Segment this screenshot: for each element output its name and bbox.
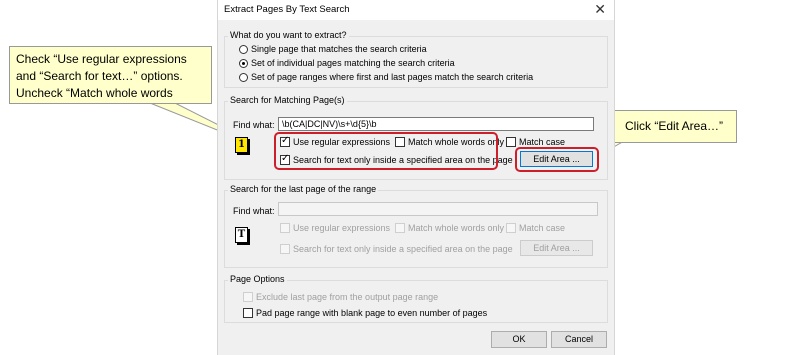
- first-page-icon-page: 1: [235, 137, 248, 153]
- left-callout-line-2: and “Search for text…” options.: [16, 69, 183, 83]
- pad-range-checkbox[interactable]: [243, 308, 253, 318]
- cancel-button[interactable]: Cancel: [551, 331, 607, 348]
- radio-page-ranges[interactable]: [239, 73, 248, 82]
- radio-single-page[interactable]: [239, 45, 248, 54]
- pad-range-label[interactable]: Pad page range with blank page to even n…: [256, 308, 487, 318]
- cancel-button-label: Cancel: [564, 334, 593, 344]
- last-match-whole-words-checkbox[interactable]: [395, 223, 405, 233]
- first-page-icon: 1: [235, 137, 255, 159]
- ok-button[interactable]: OK: [491, 331, 547, 348]
- options-highlight: [274, 132, 498, 170]
- edit-area-highlight: [515, 147, 599, 172]
- exclude-last-checkbox[interactable]: [243, 292, 253, 302]
- last-use-regex-label[interactable]: Use regular expressions: [293, 223, 390, 233]
- title-bar: Extract Pages By Text Search ✕: [218, 0, 614, 20]
- last-edit-area-button-label: Edit Area ...: [533, 243, 580, 253]
- search-matching-legend: Search for Matching Page(s): [228, 95, 347, 105]
- page-options-legend: Page Options: [228, 274, 287, 284]
- match-case-label[interactable]: Match case: [519, 137, 565, 147]
- radio-single-page-label[interactable]: Single page that matches the search crit…: [251, 44, 427, 54]
- radio-individual-pages[interactable]: [239, 59, 248, 68]
- right-callout-text: Click “Edit Area…”: [625, 119, 724, 133]
- last-match-case-checkbox[interactable]: [506, 223, 516, 233]
- last-page-icon: T: [235, 227, 255, 249]
- left-callout: Check “Use regular expressions and “Sear…: [9, 46, 212, 104]
- last-find-what-input[interactable]: [278, 202, 598, 216]
- dialog-title: Extract Pages By Text Search: [224, 4, 350, 15]
- find-what-input[interactable]: \b(CA|DC|NV)\s+\d{5}\b: [278, 117, 594, 131]
- left-callout-line-3: Uncheck “Match whole words: [16, 86, 173, 100]
- find-what-label: Find what:: [233, 120, 275, 130]
- last-find-what-label: Find what:: [233, 206, 275, 216]
- extract-pages-dialog: Extract Pages By Text Search ✕ What do y…: [217, 0, 615, 355]
- radio-page-ranges-label[interactable]: Set of page ranges where first and last …: [251, 72, 533, 82]
- last-search-area-label[interactable]: Search for text only inside a specified …: [293, 244, 513, 254]
- last-edit-area-button[interactable]: Edit Area ...: [520, 240, 593, 256]
- search-last-legend: Search for the last page of the range: [228, 184, 379, 194]
- match-case-checkbox[interactable]: [506, 137, 516, 147]
- right-callout: Click “Edit Area…”: [613, 110, 737, 143]
- exclude-last-label[interactable]: Exclude last page from the output page r…: [256, 292, 438, 302]
- left-callout-line-1: Check “Use regular expressions: [16, 52, 187, 66]
- radio-individual-pages-label[interactable]: Set of individual pages matching the sea…: [251, 58, 455, 68]
- last-match-whole-words-label[interactable]: Match whole words only: [408, 223, 504, 233]
- close-icon[interactable]: ✕: [594, 1, 606, 17]
- ok-button-label: OK: [512, 334, 526, 344]
- extract-mode-legend: What do you want to extract?: [228, 30, 349, 40]
- last-page-icon-page: T: [235, 227, 248, 243]
- last-search-area-checkbox[interactable]: [280, 244, 290, 254]
- last-match-case-label[interactable]: Match case: [519, 223, 565, 233]
- last-use-regex-checkbox[interactable]: [280, 223, 290, 233]
